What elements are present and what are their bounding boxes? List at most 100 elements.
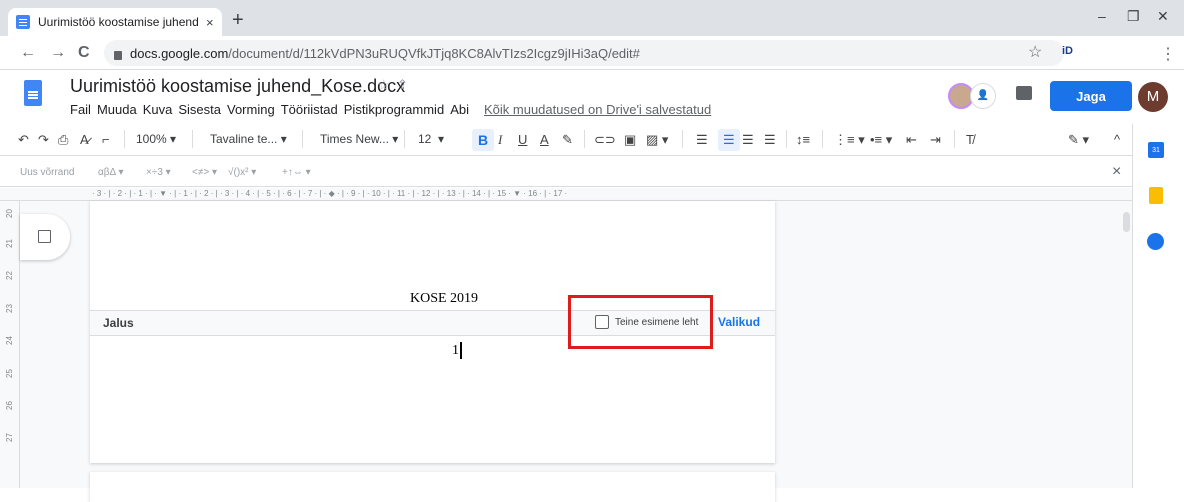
- back-button[interactable]: ←: [20, 44, 36, 62]
- add-collaborator-icon[interactable]: 👤: [970, 83, 996, 109]
- move-to-folder-icon[interactable]: ⇪: [397, 77, 408, 93]
- equation-toolbar: Uus võrrand αβΔ ▾ ×÷3 ▾ <≠> ▾ √()x² ▾ +↑…: [0, 157, 1184, 187]
- font-select[interactable]: Times New... ▾: [320, 132, 398, 146]
- ruler-mark: 27: [4, 433, 14, 442]
- side-panel: [1132, 124, 1184, 488]
- align-left-icon[interactable]: ☰: [696, 132, 708, 147]
- account-avatar[interactable]: M: [1138, 82, 1168, 112]
- address-bar-row: ← → C docs.google.com /document/d/112kVd…: [0, 36, 1184, 99]
- new-tab-button[interactable]: +: [232, 10, 244, 30]
- undo-icon[interactable]: ↶: [18, 132, 29, 147]
- align-center-button[interactable]: ☰: [718, 129, 740, 151]
- reload-button[interactable]: C: [78, 44, 90, 62]
- menu-insert[interactable]: Sisesta: [178, 102, 221, 117]
- arrows-menu[interactable]: +↑⇔ ▾: [282, 167, 311, 178]
- scrollbar-thumb[interactable]: [1123, 212, 1130, 232]
- menu-file[interactable]: Fail: [70, 102, 91, 117]
- ruler-mark: 21: [4, 239, 14, 248]
- ruler-ticks: · 3 · | · 2 · | · 1 · | · ▼ · | · 1 · | …: [92, 189, 568, 198]
- tasks-icon[interactable]: [1147, 233, 1164, 250]
- browser-tab[interactable]: Uurimistöö koostamise juhend_K ×: [8, 8, 222, 36]
- close-equation-bar-icon[interactable]: ×: [1112, 163, 1121, 181]
- share-label: Jaga: [1076, 88, 1106, 104]
- highlight-annotation-box: [568, 295, 713, 349]
- forward-button[interactable]: →: [50, 44, 66, 62]
- menu-help[interactable]: Abi: [450, 102, 469, 117]
- header-text[interactable]: KOSE 2019: [410, 291, 478, 307]
- insert-image-icon[interactable]: ▨ ▾: [646, 132, 668, 147]
- collaborators: 👤: [948, 83, 996, 109]
- highlight-icon[interactable]: ✎: [562, 132, 573, 147]
- docs-logo-icon[interactable]: [24, 80, 42, 106]
- vertical-ruler[interactable]: 20 21 22 23 24 25 26 27: [0, 201, 20, 488]
- style-select[interactable]: Tavaline te... ▾: [210, 132, 287, 146]
- url-domain: docs.google.com: [130, 45, 229, 61]
- collapse-toolbar-icon[interactable]: ^: [1114, 132, 1120, 147]
- maximize-button[interactable]: ❐: [1127, 8, 1140, 25]
- math-operators-menu[interactable]: √()x² ▾: [228, 167, 256, 178]
- tab-title: Uurimistöö koostamise juhend_K: [38, 15, 198, 29]
- clear-formatting-icon[interactable]: T̸: [966, 132, 974, 147]
- minimize-button[interactable]: –: [1098, 8, 1106, 24]
- editing-mode-icon[interactable]: ✎ ▾: [1068, 132, 1089, 147]
- share-button[interactable]: Jaga: [1050, 81, 1132, 111]
- menu-addons[interactable]: Pistikprogrammid: [344, 102, 444, 117]
- lock-icon: [114, 50, 122, 60]
- zoom-select[interactable]: 100% ▾: [136, 132, 176, 146]
- document-outline-button[interactable]: [20, 214, 70, 260]
- add-comment-icon[interactable]: ▣: [624, 132, 636, 147]
- link-icon[interactable]: ⊂⊃: [594, 132, 616, 147]
- formatting-toolbar: ↶ ↷ ⎙ A̷ ⌐ 100% ▾ Tavaline te... ▾ Times…: [0, 124, 1184, 156]
- menu-edit[interactable]: Muuda: [97, 102, 137, 117]
- menu-bar: Fail Muuda Kuva Sisesta Vorming Tööriist…: [70, 102, 711, 117]
- greek-letters-menu[interactable]: αβΔ ▾: [98, 167, 123, 178]
- id-extension-icon[interactable]: iD: [1062, 45, 1073, 57]
- footer-page-number[interactable]: 1: [452, 343, 459, 359]
- star-icon[interactable]: ☆: [377, 76, 390, 94]
- keep-icon[interactable]: [1149, 187, 1163, 204]
- ruler-mark: 23: [4, 304, 14, 313]
- bold-button[interactable]: B: [472, 129, 494, 151]
- comments-icon[interactable]: [1016, 86, 1032, 100]
- next-document-page[interactable]: [90, 472, 775, 502]
- decrease-indent-icon[interactable]: ⇤: [906, 132, 917, 147]
- outline-icon: [38, 230, 51, 243]
- footer-options-link[interactable]: Valikud: [718, 315, 760, 329]
- numbered-list-icon[interactable]: ⋮≡ ▾: [834, 132, 865, 147]
- operations-menu[interactable]: ×÷3 ▾: [146, 167, 171, 178]
- menu-format[interactable]: Vorming: [227, 102, 275, 117]
- ruler-mark: 24: [4, 336, 14, 345]
- redo-icon[interactable]: ↷: [38, 132, 49, 147]
- font-size-select[interactable]: 12 ▾: [418, 132, 444, 146]
- tab-close-icon[interactable]: ×: [206, 15, 214, 30]
- horizontal-ruler[interactable]: · 3 · | · 2 · | · 1 · | · ▼ · | · 1 · | …: [0, 188, 1132, 201]
- relations-menu[interactable]: <≠> ▾: [192, 167, 217, 178]
- ruler-mark: 20: [4, 209, 14, 218]
- increase-indent-icon[interactable]: ⇥: [930, 132, 941, 147]
- spellcheck-icon[interactable]: A̷: [80, 132, 89, 147]
- print-icon[interactable]: ⎙: [58, 132, 68, 147]
- footer-label: Jalus: [103, 316, 134, 330]
- new-equation-button[interactable]: Uus võrrand: [20, 167, 74, 178]
- align-right-icon[interactable]: ☰: [742, 132, 754, 147]
- ruler-mark: 22: [4, 271, 14, 280]
- close-window-button[interactable]: ✕: [1157, 8, 1169, 25]
- underline-button[interactable]: U: [518, 132, 527, 147]
- calendar-icon[interactable]: 31: [1148, 142, 1164, 158]
- paint-format-icon[interactable]: ⌐: [102, 132, 110, 147]
- justify-icon[interactable]: ☰: [764, 132, 776, 147]
- italic-button[interactable]: I: [498, 132, 502, 147]
- url-path: /document/d/112kVdPN3uRUQVfkJTjq8KC8AlvT…: [228, 45, 640, 61]
- line-spacing-icon[interactable]: ↕≡: [796, 132, 810, 147]
- bulleted-list-icon[interactable]: •≡ ▾: [870, 132, 892, 147]
- ruler-mark: 26: [4, 401, 14, 410]
- docs-favicon-icon: [16, 15, 30, 29]
- url-input[interactable]: docs.google.com /document/d/112kVdPN3uRU…: [104, 40, 1064, 66]
- document-title[interactable]: Uurimistöö koostamise juhend_Kose.docx: [70, 76, 405, 97]
- menu-tools[interactable]: Tööriistad: [281, 102, 338, 117]
- text-color-button[interactable]: A: [540, 132, 549, 147]
- menu-view[interactable]: Kuva: [143, 102, 173, 117]
- browser-menu-icon[interactable]: ⋮: [1160, 44, 1176, 64]
- save-status-link[interactable]: Kõik muudatused on Drive'i salvestatud: [484, 102, 711, 117]
- bookmark-star-icon[interactable]: ☆: [1028, 42, 1042, 62]
